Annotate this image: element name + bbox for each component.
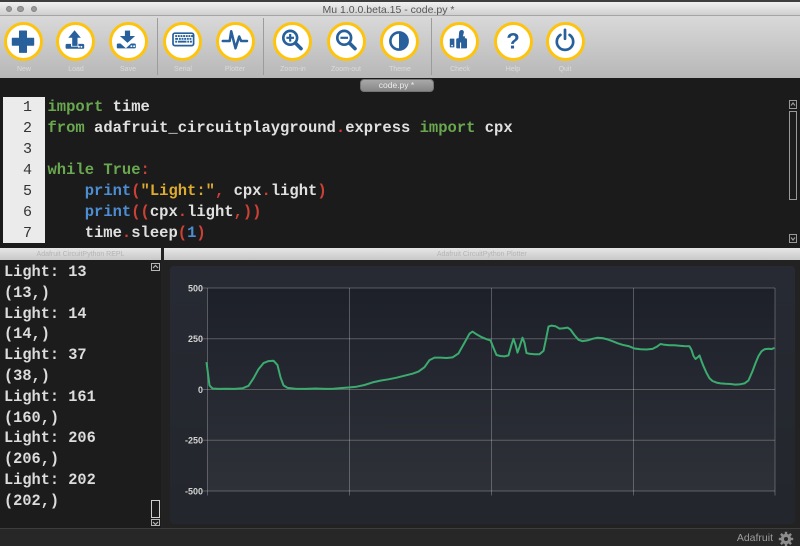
svg-text:-500: -500 bbox=[184, 486, 202, 496]
svg-text:-250: -250 bbox=[184, 435, 202, 445]
svg-text:0: 0 bbox=[197, 385, 202, 395]
svg-text:?: ? bbox=[506, 28, 519, 53]
svg-text:250: 250 bbox=[187, 334, 202, 344]
svg-text:500: 500 bbox=[187, 283, 202, 293]
